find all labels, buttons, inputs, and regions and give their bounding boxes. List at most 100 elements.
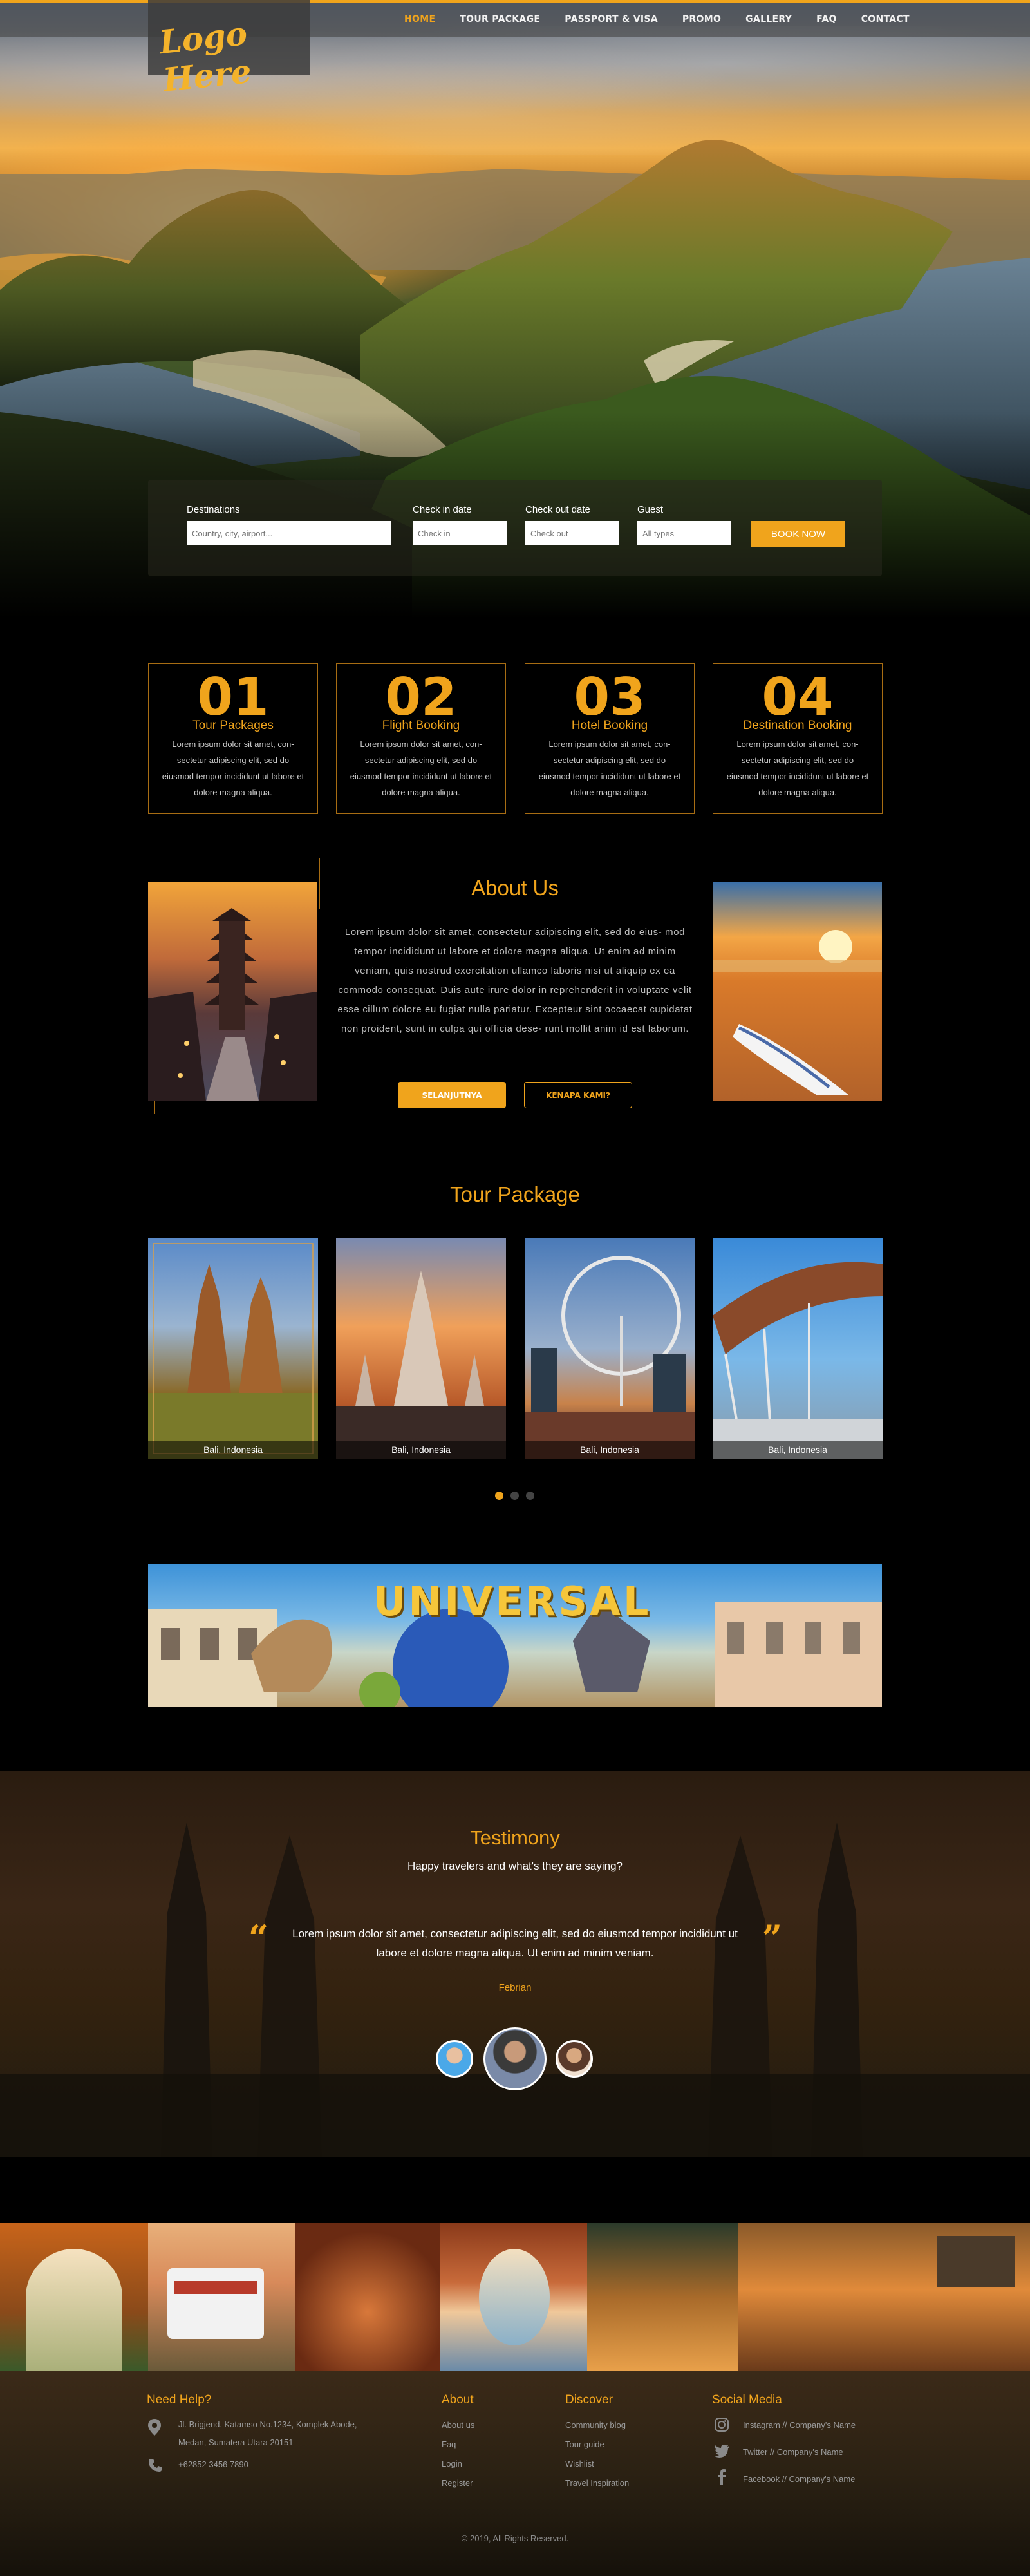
footer-social-title: Social Media — [712, 2393, 782, 2407]
about-text: Lorem ipsum dolor sit amet, consectetur … — [337, 927, 693, 1034]
service-description: Lorem ipsum dolor sit amet, con- sectetu… — [162, 739, 304, 797]
about-photo-pagoda — [148, 882, 317, 1101]
site-footer: Need Help? Jl. Brigjend. Katamso No.1234… — [0, 2371, 1030, 2576]
footer-link-tour-guide[interactable]: Tour guide — [565, 2439, 604, 2449]
footer-link-twitter[interactable]: Twitter // Company's Name — [743, 2447, 843, 2457]
service-title: Flight Booking — [382, 719, 460, 732]
kenapa-kami-button[interactable]: KENAPA KAMI? — [524, 1082, 632, 1108]
main-nav: HOME TOUR PACKAGE PASSPORT & VISA PROMO … — [404, 14, 934, 24]
gallery-photo-picnic[interactable] — [587, 2223, 738, 2371]
footer-discover-title: Discover — [565, 2393, 613, 2407]
tour-card[interactable]: Bali, Indonesia — [713, 1238, 883, 1459]
gallery-photo-arch[interactable] — [0, 2223, 148, 2371]
carousel-dot[interactable] — [510, 1492, 519, 1500]
tour-photo-wat-arun — [336, 1238, 506, 1459]
nav-contact[interactable]: CONTACT — [861, 14, 910, 24]
nav-passport-visa[interactable]: PASSPORT & VISA — [565, 14, 658, 24]
twitter-icon[interactable] — [715, 2445, 730, 2458]
nav-promo[interactable]: PROMO — [682, 14, 721, 24]
carousel-dot[interactable] — [526, 1492, 534, 1500]
facebook-icon[interactable] — [717, 2469, 726, 2485]
book-now-button[interactable]: BOOK NOW — [751, 521, 845, 547]
footer-link-register[interactable]: Register — [442, 2478, 473, 2488]
tour-caption: Bali, Indonesia — [525, 1441, 695, 1459]
phone-icon — [149, 2459, 162, 2472]
footer-phone[interactable]: +62852 3456 7890 — [178, 2455, 248, 2474]
tour-card[interactable]: Bali, Indonesia — [336, 1238, 506, 1459]
footer-link-facebook[interactable]: Facebook // Company's Name — [743, 2474, 855, 2484]
testimony-subtitle: Happy travelers and what's they are sayi… — [407, 1860, 623, 1872]
tour-photo-ferris-wheel — [525, 1238, 695, 1459]
destinations-input[interactable] — [187, 521, 391, 545]
tour-caption: Bali, Indonesia — [336, 1441, 506, 1459]
guest-select[interactable] — [637, 521, 731, 545]
avatar-testimony-active[interactable] — [483, 2027, 547, 2090]
site-logo[interactable]: Logo Here — [148, 0, 310, 99]
universal-promo-banner[interactable]: UNIVERSAL — [148, 1564, 882, 1707]
service-card-hotel-booking[interactable]: 03 Hotel Booking Lorem ipsum dolor sit a… — [525, 663, 695, 814]
service-card-flight-booking[interactable]: 02 Flight Booking Lorem ipsum dolor sit … — [336, 663, 506, 814]
service-card-tour-packages[interactable]: 01 Tour Packages Lorem ipsum dolor sit a… — [148, 663, 318, 814]
instagram-icon[interactable] — [715, 2418, 729, 2432]
copyright-text: © 2019, All Rights Reserved. — [461, 2533, 569, 2543]
guest-label: Guest — [637, 504, 664, 515]
service-title: Destination Booking — [743, 719, 852, 732]
booking-search-panel: Destinations Check in date Check out dat… — [148, 480, 882, 576]
service-number: 02 — [385, 672, 457, 715]
about-title: About Us — [471, 876, 559, 900]
testimony-author: Febrian — [498, 1982, 532, 1993]
testimony-title: Testimony — [470, 1826, 560, 1849]
banner-brand-text: UNIVERSAL — [373, 1578, 651, 1625]
service-title: Hotel Booking — [571, 719, 648, 732]
tour-caption: Bali, Indonesia — [713, 1441, 883, 1459]
footer-link-login[interactable]: Login — [442, 2459, 462, 2468]
footer-link-instagram[interactable]: Instagram // Company's Name — [743, 2420, 856, 2430]
service-title: Tour Packages — [192, 719, 274, 732]
tour-caption: Bali, Indonesia — [148, 1441, 318, 1459]
testimony-quote: Lorem ipsum dolor sit amet, consectetur … — [292, 1927, 738, 1959]
footer-link-community-blog[interactable]: Community blog — [565, 2420, 626, 2430]
service-description: Lorem ipsum dolor sit amet, con- sectetu… — [350, 739, 492, 797]
selanjutnya-button[interactable]: SELANJUTNYA — [398, 1082, 506, 1108]
tour-card[interactable]: Bali, Indonesia — [148, 1238, 318, 1459]
carousel-dot-active[interactable] — [495, 1492, 503, 1500]
tour-photo-temple — [148, 1238, 318, 1459]
checkin-input[interactable] — [413, 521, 507, 545]
gallery-photo-cave-beach[interactable] — [440, 2223, 587, 2371]
gallery-photo-autumn[interactable] — [738, 2223, 1030, 2371]
quote-open-icon: “ — [248, 1917, 269, 1958]
nav-tour-package[interactable]: TOUR PACKAGE — [460, 14, 540, 24]
quote-close-icon: ” — [762, 1917, 783, 1958]
decor-line — [319, 858, 320, 909]
nav-faq[interactable]: FAQ — [816, 14, 837, 24]
nav-gallery[interactable]: GALLERY — [745, 14, 792, 24]
service-description: Lorem ipsum dolor sit amet, con- sectetu… — [538, 739, 681, 797]
service-card-destination-booking[interactable]: 04 Destination Booking Lorem ipsum dolor… — [713, 663, 883, 814]
about-photo-beach-boat — [713, 882, 882, 1101]
footer-link-wishlist[interactable]: Wishlist — [565, 2459, 594, 2468]
service-number: 03 — [574, 672, 646, 715]
nav-home[interactable]: HOME — [404, 14, 435, 24]
footer-link-faq[interactable]: Faq — [442, 2439, 456, 2449]
footer-help-title: Need Help? — [147, 2393, 212, 2407]
checkout-input[interactable] — [525, 521, 619, 545]
tour-photo-pavilion — [713, 1238, 883, 1459]
hero-section: HOME TOUR PACKAGE PASSPORT & VISA PROMO … — [0, 0, 1030, 618]
service-number: 01 — [197, 672, 269, 715]
footer-link-about-us[interactable]: About us — [442, 2420, 474, 2430]
service-description: Lorem ipsum dolor sit amet, con- sectetu… — [726, 739, 869, 797]
avatar-testimony-1[interactable] — [436, 2040, 473, 2078]
gallery-photo-tunnel[interactable] — [295, 2223, 440, 2371]
gallery-photo-bus[interactable] — [148, 2223, 295, 2371]
tour-package-title: Tour Package — [450, 1182, 580, 1206]
testimony-section: Testimony Happy travelers and what's the… — [0, 1771, 1030, 2157]
logo-text: Logo Here — [157, 14, 254, 99]
footer-link-travel-inspiration[interactable]: Travel Inspiration — [565, 2478, 629, 2488]
tour-card[interactable]: Bali, Indonesia — [525, 1238, 695, 1459]
footer-address-line1: Jl. Brigjend. Katamso No.1234, Komplek A… — [178, 2420, 357, 2429]
checkin-label: Check in date — [413, 504, 472, 515]
avatar-testimony-3[interactable] — [556, 2040, 593, 2078]
checkout-label: Check out date — [525, 504, 590, 515]
location-pin-icon — [148, 2419, 161, 2436]
footer-about-title: About — [442, 2393, 474, 2407]
